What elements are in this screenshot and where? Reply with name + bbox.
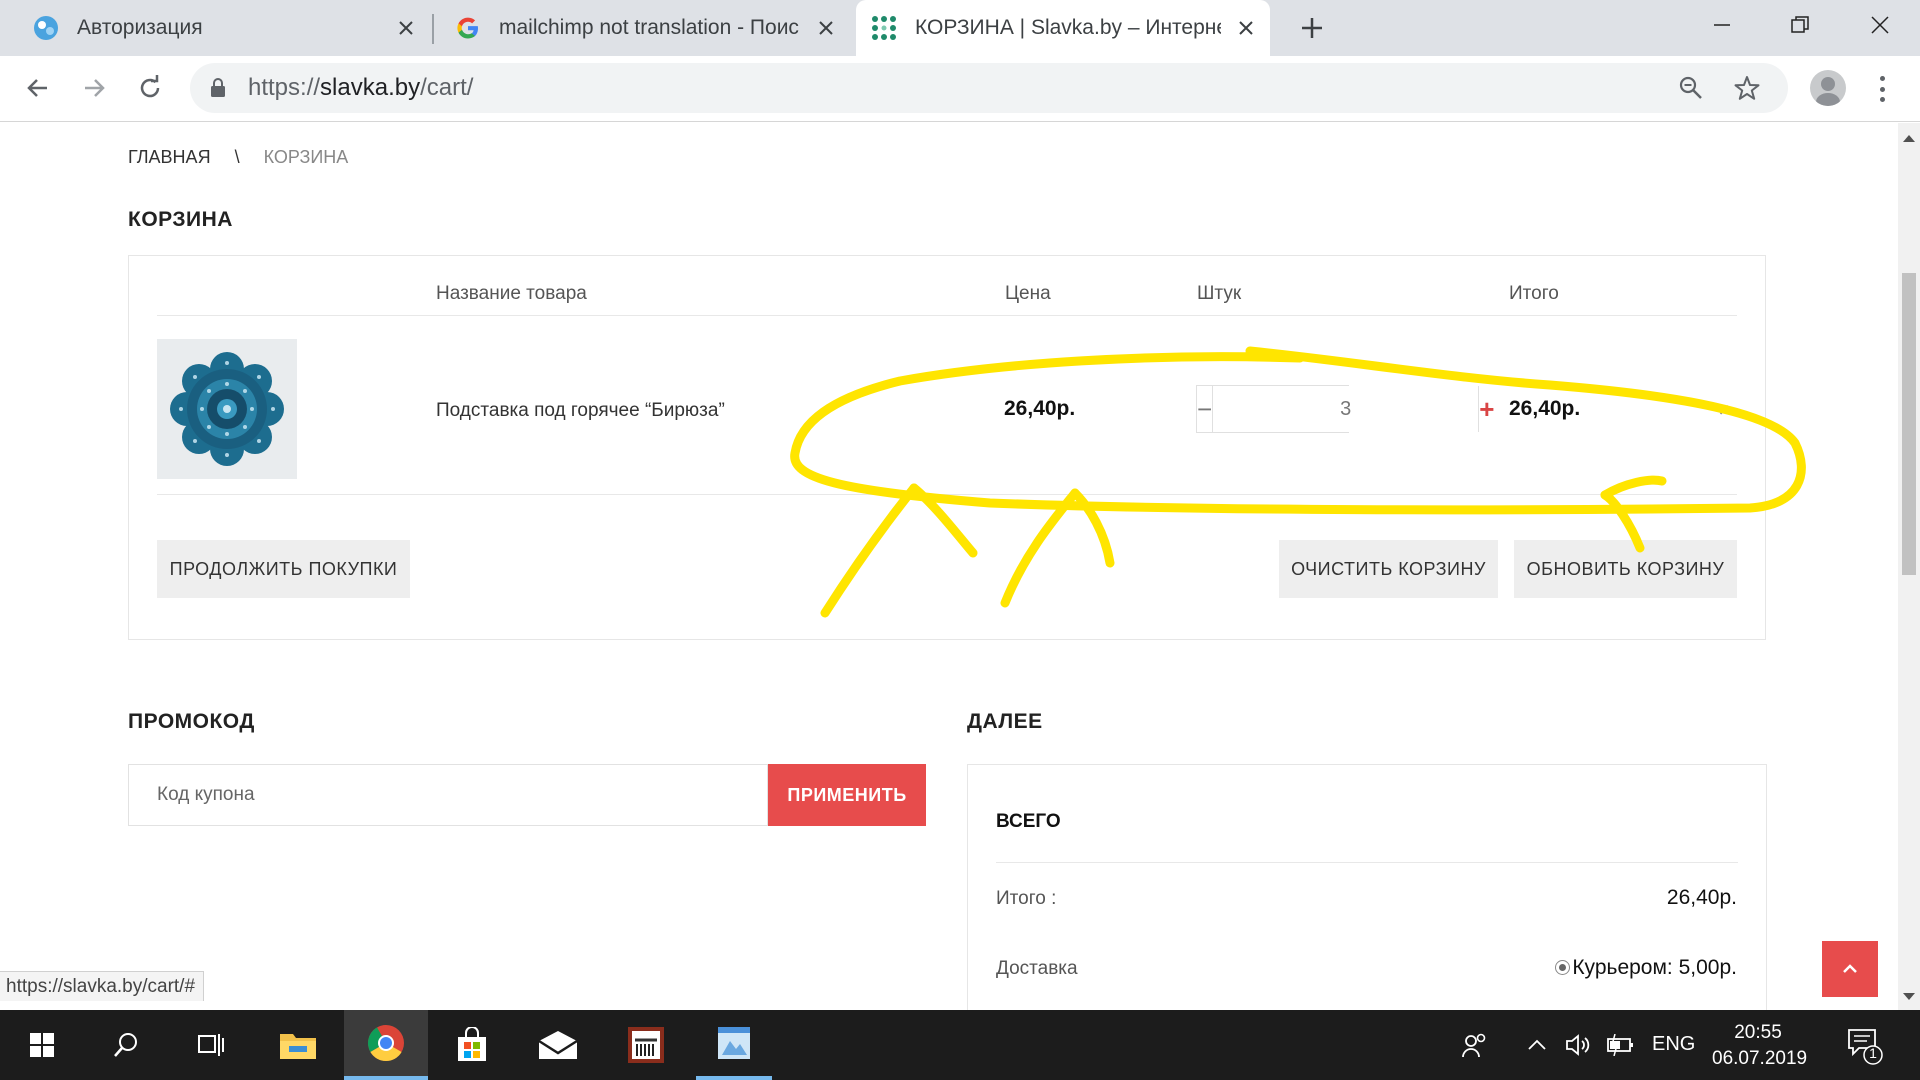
- delivery-option-courier[interactable]: Курьером: 5,00р.: [1555, 956, 1737, 980]
- minimize-icon[interactable]: [1704, 10, 1740, 40]
- people-icon[interactable]: [1460, 1030, 1490, 1060]
- tab-title: Авторизация: [77, 16, 203, 39]
- forward-arrow-icon[interactable]: [76, 70, 112, 106]
- slavka-favicon-icon: [870, 14, 898, 42]
- browser-toolbar: https://slavka.by/cart/: [0, 56, 1920, 122]
- delivery-option-name: Курьером:: [1572, 956, 1673, 979]
- product-total: 26,40р.: [1509, 397, 1581, 420]
- apply-coupon-button[interactable]: ПРИМЕНИТЬ: [768, 764, 926, 826]
- cart-table: Название товара Цена Штук Итого Подставк…: [128, 255, 1766, 640]
- product-image[interactable]: [157, 339, 297, 479]
- system-clock[interactable]: 20:55 06.07.2019: [1712, 1020, 1808, 1072]
- clear-cart-button[interactable]: ОЧИСТИТЬ КОРЗИНУ: [1279, 540, 1498, 598]
- quantity-input[interactable]: [1213, 386, 1479, 432]
- image-app-icon[interactable]: [696, 1010, 772, 1080]
- google-icon: [454, 14, 482, 42]
- address-bar[interactable]: https://slavka.by/cart/: [190, 63, 1788, 113]
- battery-charging-icon[interactable]: [1606, 1030, 1636, 1060]
- search-icon[interactable]: [88, 1010, 164, 1080]
- subtotal-label: Итого :: [996, 888, 1057, 909]
- column-header-qty: Штук: [1197, 283, 1242, 304]
- url-text: https://slavka.by/cart/: [248, 74, 474, 101]
- column-header-total: Итого: [1509, 283, 1559, 304]
- scroll-down-arrow-icon[interactable]: [1903, 993, 1915, 1000]
- product-name-link[interactable]: Подставка под горячее “Бирюза”: [436, 400, 725, 422]
- delivery-label: Доставка: [996, 958, 1078, 979]
- browser-menu-icon[interactable]: [1870, 74, 1894, 104]
- breadcrumb-home-link[interactable]: ГЛАВНАЯ: [128, 147, 211, 168]
- quantity-decrease-button[interactable]: −: [1197, 386, 1214, 432]
- remove-item-icon[interactable]: ×: [1719, 400, 1730, 421]
- tab-strip: Авторизация mailchimp not translation - …: [0, 0, 1920, 56]
- site-favicon-icon: [32, 14, 60, 42]
- scrollbar-thumb[interactable]: [1902, 273, 1916, 575]
- next-title: ДАЛЕЕ: [967, 710, 1043, 733]
- lock-icon[interactable]: [210, 78, 226, 103]
- tab-authorization[interactable]: Авторизация: [0, 0, 430, 56]
- language-indicator[interactable]: ENG: [1652, 1033, 1695, 1056]
- profile-avatar-icon[interactable]: [1810, 70, 1846, 106]
- update-cart-button[interactable]: ОБНОВИТЬ КОРЗИНУ: [1514, 540, 1737, 598]
- back-arrow-icon[interactable]: [20, 70, 56, 106]
- page-scrollbar[interactable]: [1898, 123, 1920, 1010]
- breadcrumb-separator: \: [234, 147, 240, 167]
- tab-separator: [432, 14, 434, 44]
- promo-title: ПРОМОКОД: [128, 710, 255, 733]
- close-icon[interactable]: [814, 16, 838, 40]
- breadcrumb: ГЛАВНАЯ \ КОРЗИНА: [128, 147, 348, 168]
- quantity-increase-button[interactable]: +: [1478, 386, 1494, 432]
- row-divider: [157, 494, 1737, 495]
- chevron-up-icon[interactable]: [1522, 1030, 1552, 1060]
- page-content: ГЛАВНАЯ \ КОРЗИНА КОРЗИНА Название товар…: [0, 123, 1898, 1010]
- volume-icon[interactable]: [1564, 1030, 1594, 1060]
- header-divider: [157, 315, 1737, 316]
- task-view-icon[interactable]: [172, 1010, 248, 1080]
- close-window-icon[interactable]: [1862, 10, 1898, 40]
- reload-icon[interactable]: [132, 70, 168, 106]
- file-explorer-icon[interactable]: [260, 1010, 336, 1080]
- delivery-radio[interactable]: [1555, 960, 1571, 975]
- summary-title: ВСЕГО: [996, 811, 1061, 832]
- breadcrumb-current: КОРЗИНА: [263, 147, 349, 167]
- summary-divider: [996, 862, 1738, 863]
- status-bar-link: https://slavka.by/cart/#: [0, 971, 205, 1001]
- product-price: 26,40р.: [1004, 397, 1076, 420]
- mail-icon[interactable]: [520, 1010, 596, 1080]
- font-app-icon[interactable]: [608, 1010, 684, 1080]
- tab-title: mailchimp not translation - Поис: [499, 16, 799, 39]
- delivery-option-price: 5,00р.: [1678, 956, 1737, 979]
- close-icon[interactable]: [1234, 16, 1258, 40]
- chrome-icon[interactable]: [344, 1010, 428, 1080]
- order-summary: ВСЕГО Итого : 26,40р. Доставка Курьером:…: [967, 764, 1767, 1010]
- restore-icon[interactable]: [1782, 10, 1818, 40]
- clock-time: 20:55: [1734, 1022, 1782, 1043]
- notification-center-icon[interactable]: 1: [1845, 1026, 1885, 1066]
- bookmark-star-icon[interactable]: [1732, 73, 1762, 103]
- coupon-code-input[interactable]: [128, 764, 768, 826]
- tab-google-search[interactable]: mailchimp not translation - Поис: [436, 0, 850, 56]
- start-icon[interactable]: [0, 1010, 84, 1080]
- close-icon[interactable]: [394, 16, 418, 40]
- column-header-name: Название товара: [436, 283, 587, 304]
- column-header-price: Цена: [1005, 283, 1051, 304]
- scroll-to-top-button[interactable]: [1822, 941, 1878, 997]
- page-title: КОРЗИНА: [128, 208, 233, 231]
- tab-cart-active[interactable]: КОРЗИНА | Slavka.by – Интернет: [856, 0, 1270, 56]
- zoom-icon[interactable]: [1676, 73, 1706, 103]
- new-tab-plus-icon[interactable]: [1296, 12, 1328, 44]
- continue-shopping-button[interactable]: ПРОДОЛЖИТЬ ПОКУПКИ: [157, 540, 410, 598]
- subtotal-value: 26,40р.: [1666, 886, 1737, 909]
- store-icon[interactable]: [434, 1010, 510, 1080]
- scroll-up-arrow-icon[interactable]: [1903, 135, 1915, 142]
- quantity-stepper: − +: [1196, 385, 1494, 433]
- notification-count: 1: [1869, 1045, 1877, 1061]
- clock-date: 06.07.2019: [1712, 1048, 1808, 1069]
- tab-title: КОРЗИНА | Slavka.by – Интернет: [915, 16, 1221, 39]
- windows-taskbar: ENG 20:55 06.07.2019 1: [0, 1010, 1920, 1080]
